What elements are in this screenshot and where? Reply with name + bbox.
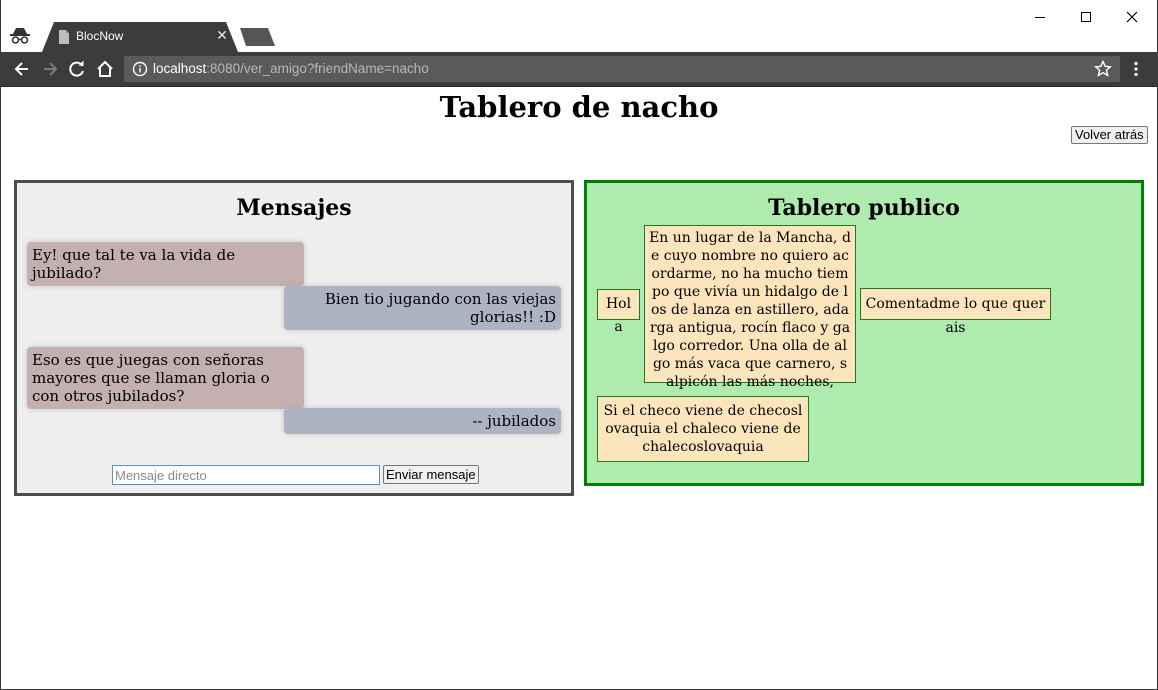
browser-toolbar: localhost:8080/ver_amigo?friendName=nach…: [0, 52, 1158, 87]
info-icon[interactable]: [132, 61, 148, 77]
minimize-icon: [1035, 17, 1045, 18]
page-title: Tablero de nacho: [439, 90, 719, 124]
reload-icon[interactable]: [67, 59, 87, 79]
board-note: En un lugar de la Mancha, de cuyo nombre…: [644, 225, 856, 390]
board-note: Hola: [597, 289, 640, 335]
home-icon[interactable]: [95, 59, 115, 79]
document-icon: [59, 30, 69, 44]
send-message-button[interactable]: Enviar mensaje: [383, 465, 479, 484]
message-bubble-incoming: Eso es que juegas con señoras mayores qu…: [27, 347, 304, 409]
maximize-icon: [1081, 12, 1091, 22]
new-tab-button[interactable]: [240, 28, 276, 46]
maximize-button[interactable]: [1063, 0, 1109, 34]
tab-background: [42, 22, 238, 52]
board-heading: Tablero publico: [768, 195, 960, 221]
board-note: Si el checo viene de checoslovaquia el c…: [597, 396, 809, 462]
direct-message-input[interactable]: [112, 465, 380, 485]
message-bubble-outgoing: -- jubilados: [284, 408, 561, 434]
close-icon: [1126, 11, 1138, 23]
browser-tab[interactable]: BlocNow ✕: [42, 22, 238, 52]
url-path: :8080/ver_amigo?friendName=nacho: [206, 61, 429, 76]
message-bubble-incoming: Ey! que tal te va la vida de jubilado?: [27, 242, 304, 286]
more-menu-icon[interactable]: [1130, 61, 1142, 77]
minimize-button[interactable]: [1017, 0, 1063, 34]
back-arrow-icon[interactable]: [12, 59, 32, 79]
public-board-panel: Tablero publico Hola En un lugar de la M…: [584, 180, 1144, 486]
tab-title: BlocNow: [76, 29, 124, 43]
incognito-icon: [10, 28, 30, 44]
message-bubble-outgoing: Bien tio jugando con las viejas glorias!…: [284, 286, 561, 330]
messages-heading: Mensajes: [236, 195, 352, 221]
back-button[interactable]: Volver atrás: [1071, 126, 1148, 144]
close-window-button[interactable]: [1109, 0, 1155, 34]
forward-arrow-icon[interactable]: [40, 59, 60, 79]
tab-close-icon[interactable]: ✕: [214, 28, 230, 44]
bookmark-star-icon[interactable]: [1094, 60, 1112, 78]
board-note: Comentadme lo que querais: [860, 288, 1051, 336]
title-bar: BlocNow ✕: [0, 0, 1158, 52]
url-host: localhost: [153, 61, 207, 76]
url-text: localhost:8080/ver_amigo?friendName=nach…: [153, 61, 429, 76]
messages-panel: Mensajes Ey! que tal te va la vida de ju…: [14, 180, 574, 496]
address-bar[interactable]: localhost:8080/ver_amigo?friendName=nach…: [124, 56, 1120, 82]
